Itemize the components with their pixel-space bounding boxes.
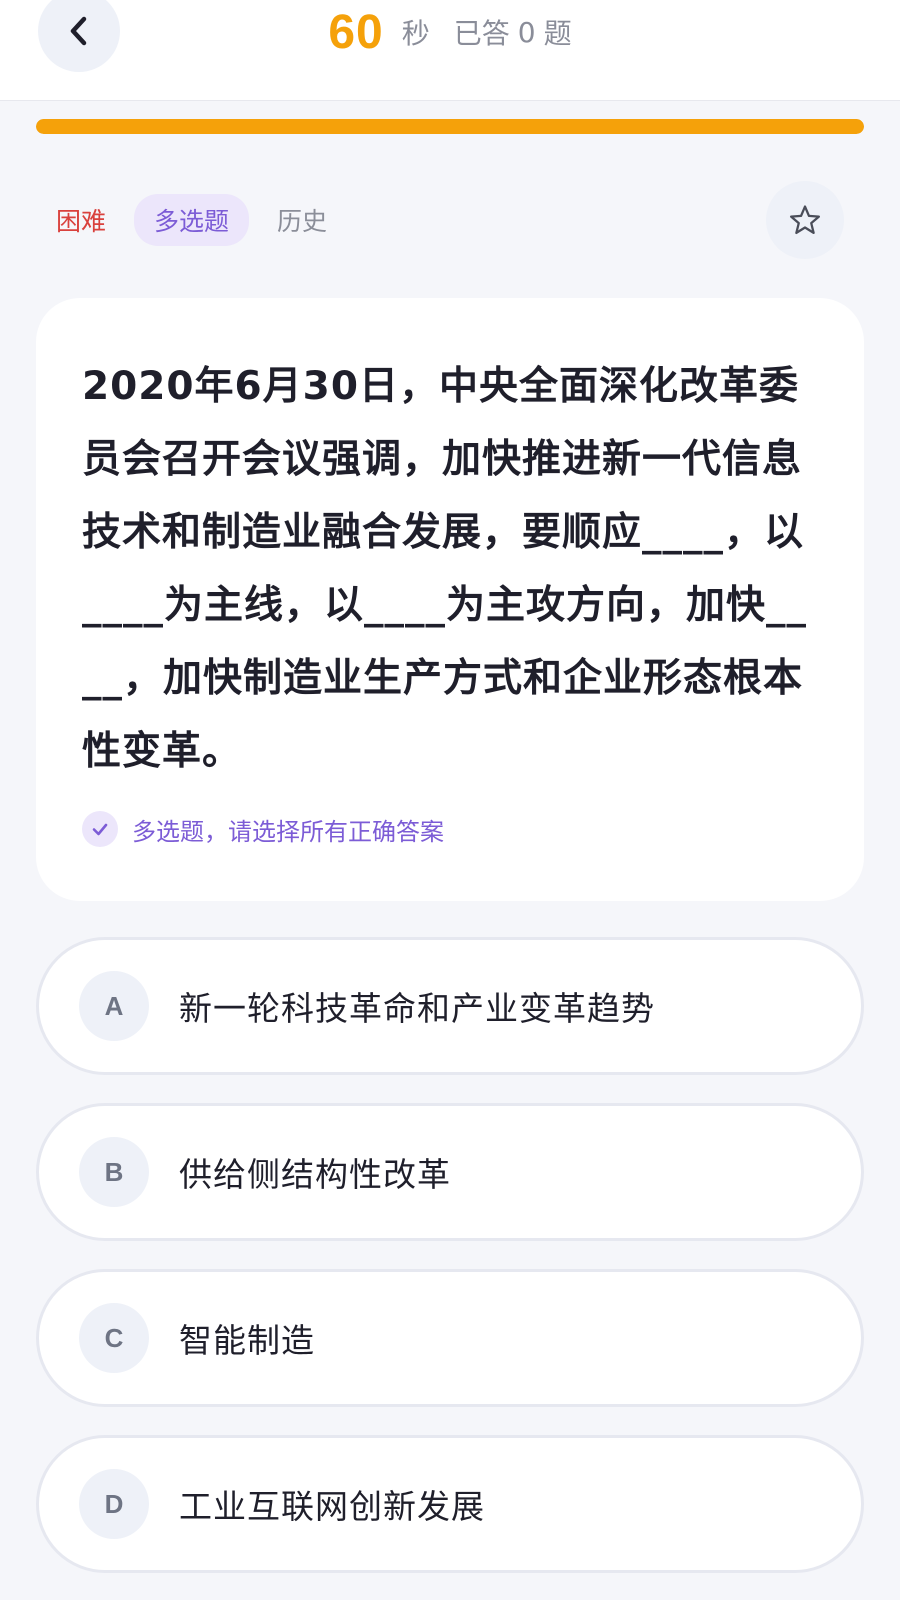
option-text: 工业互联网创新发展 — [179, 1487, 485, 1526]
option-text: 智能制造 — [179, 1321, 315, 1360]
time-progress-bar — [36, 119, 864, 134]
timer-unit: 秒 — [401, 17, 430, 50]
option-d[interactable]: D 工业互联网创新发展 — [36, 1435, 864, 1573]
option-text: 供给侧结构性改革 — [179, 1155, 451, 1194]
check-icon — [82, 811, 118, 847]
option-a[interactable]: A 新一轮科技革命和产业变革趋势 — [36, 937, 864, 1075]
question-card: 2020年6月30日，中央全面深化改革委员会召开会议强调，加快推进新一代信息技术… — [36, 298, 864, 901]
option-text: 新一轮科技革命和产业变革趋势 — [179, 989, 655, 1028]
option-letter: C — [79, 1303, 149, 1373]
option-letter: D — [79, 1469, 149, 1539]
answered-label: 已答 — [453, 17, 510, 50]
timer-value: 60 — [328, 5, 384, 59]
answered-count: 0 — [517, 15, 536, 49]
difficulty-tag: 困难 — [56, 207, 107, 236]
question-hint: 多选题，请选择所有正确答案 — [82, 811, 444, 847]
option-b[interactable]: B 供给侧结构性改革 — [36, 1103, 864, 1241]
option-letter: B — [79, 1137, 149, 1207]
option-c[interactable]: C 智能制造 — [36, 1269, 864, 1407]
favorite-button[interactable] — [766, 181, 844, 259]
category-tag: 历史 — [277, 207, 328, 236]
star-outline-icon — [789, 205, 821, 235]
time-progress-fill — [36, 119, 864, 134]
top-bar: 60 秒 已答 0 题 — [0, 0, 900, 101]
option-letter: A — [79, 971, 149, 1041]
answered-suffix: 题 — [543, 17, 572, 50]
question-text: 2020年6月30日，中央全面深化改革委员会召开会议强调，加快推进新一代信息技术… — [82, 364, 808, 774]
question-tags: 困难 多选题 历史 — [36, 194, 347, 246]
hint-text: 多选题，请选择所有正确答案 — [132, 817, 444, 846]
question-type-tag: 多选题 — [134, 194, 250, 246]
timer-status: 60 秒 已答 0 题 — [0, 0, 900, 64]
